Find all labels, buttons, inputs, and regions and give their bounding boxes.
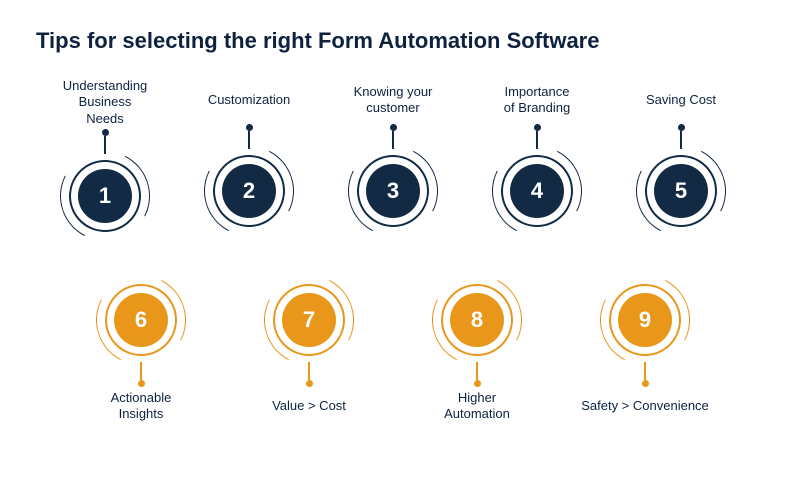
number-circle: 4 bbox=[510, 164, 564, 218]
number-circle: 6 bbox=[114, 293, 168, 347]
tip-label: Customization bbox=[208, 78, 290, 122]
diagram-title: Tips for selecting the right Form Automa… bbox=[36, 28, 750, 54]
tip-8: Higher Automation 8 bbox=[412, 278, 542, 423]
tip-label: Safety > Convenience bbox=[581, 389, 709, 423]
number-circle: 2 bbox=[222, 164, 276, 218]
tip-label: Value > Cost bbox=[272, 389, 346, 423]
number-circle: 3 bbox=[366, 164, 420, 218]
tip-7: Value > Cost 7 bbox=[244, 278, 374, 423]
tips-row-top: Understanding Business Needs 1 Customiza… bbox=[38, 78, 748, 238]
connector-icon bbox=[138, 362, 145, 387]
tip-3: Knowing your customer 3 bbox=[326, 78, 460, 238]
tip-label: Understanding Business Needs bbox=[63, 78, 148, 127]
number-badge-icon: 4 bbox=[483, 149, 591, 233]
tip-label: Higher Automation bbox=[444, 389, 510, 423]
number-circle: 5 bbox=[654, 164, 708, 218]
tip-label: Knowing your customer bbox=[354, 78, 433, 122]
number-badge-icon: 5 bbox=[627, 149, 735, 233]
number-badge-icon: 7 bbox=[255, 278, 363, 362]
number-badge-icon: 2 bbox=[195, 149, 303, 233]
number-circle: 8 bbox=[450, 293, 504, 347]
connector-icon bbox=[474, 362, 481, 387]
tip-label: Importance of Branding bbox=[504, 78, 571, 122]
connector-dot-icon bbox=[246, 124, 253, 131]
connector-dot-icon bbox=[678, 124, 685, 131]
connector-dot-icon bbox=[474, 380, 481, 387]
tip-1: Understanding Business Needs 1 bbox=[38, 78, 172, 238]
connector-dot-icon bbox=[102, 129, 109, 136]
tip-5: Saving Cost 5 bbox=[614, 78, 748, 238]
connector-dot-icon bbox=[534, 124, 541, 131]
tip-6: Actionable Insights 6 bbox=[76, 278, 206, 423]
tips-row-bottom: Actionable Insights 6 Value > Cost bbox=[36, 278, 750, 423]
connector-icon bbox=[306, 362, 313, 387]
number-badge-icon: 3 bbox=[339, 149, 447, 233]
number-circle: 9 bbox=[618, 293, 672, 347]
tip-2: Customization 2 bbox=[182, 78, 316, 238]
tip-4: Importance of Branding 4 bbox=[470, 78, 604, 238]
number-badge-icon: 6 bbox=[87, 278, 195, 362]
connector-dot-icon bbox=[138, 380, 145, 387]
number-badge-icon: 9 bbox=[591, 278, 699, 362]
number-badge-icon: 8 bbox=[423, 278, 531, 362]
number-badge-icon: 1 bbox=[51, 154, 159, 238]
tip-label: Actionable Insights bbox=[111, 389, 172, 423]
number-circle: 7 bbox=[282, 293, 336, 347]
tip-label: Saving Cost bbox=[646, 78, 716, 122]
tip-9: Safety > Convenience 9 bbox=[580, 278, 710, 423]
connector-dot-icon bbox=[390, 124, 397, 131]
diagram-container: Tips for selecting the right Form Automa… bbox=[0, 0, 786, 443]
connector-icon bbox=[642, 362, 649, 387]
connector-dot-icon bbox=[642, 380, 649, 387]
connector-dot-icon bbox=[306, 380, 313, 387]
number-circle: 1 bbox=[78, 169, 132, 223]
